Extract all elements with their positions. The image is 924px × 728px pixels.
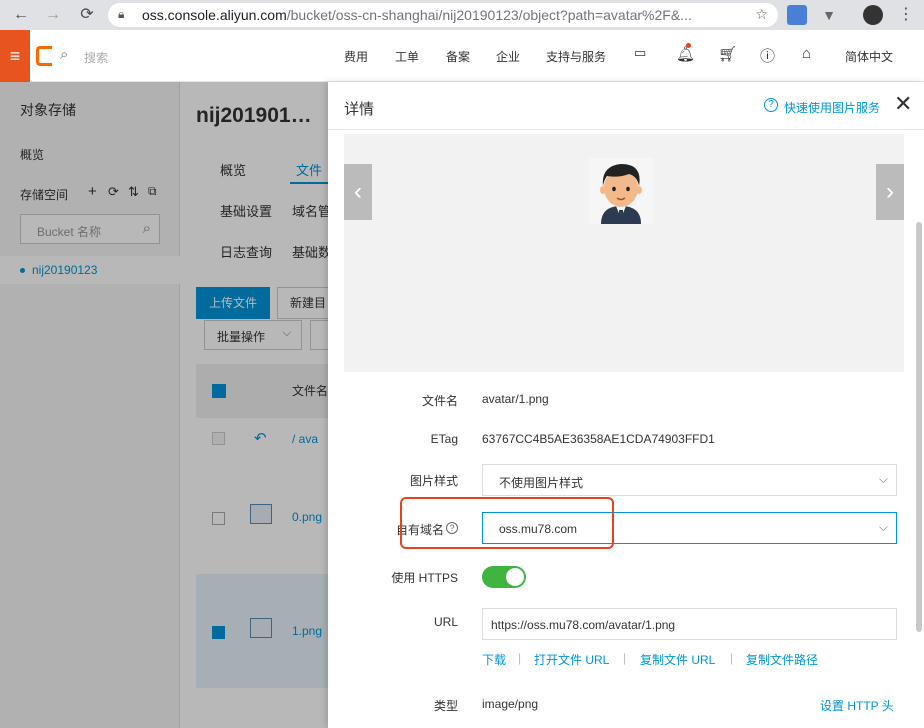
cart-icon[interactable]: 🛒︎ (718, 45, 737, 63)
browser-chrome: ← → ⟳ 🔒︎ oss.console.aliyun.com/bucket/o… (0, 0, 924, 30)
filename-value: avatar/1.png (482, 392, 549, 406)
address-bar[interactable]: 🔒︎ oss.console.aliyun.com/bucket/oss-cn-… (108, 3, 778, 27)
more-menu-icon[interactable]: ⋮ (895, 4, 917, 26)
etag-label: ETag (430, 432, 458, 446)
top-search-input[interactable]: 搜索 (84, 49, 108, 66)
chevron-down-icon: ⌵ (878, 472, 888, 486)
scrollbar[interactable] (916, 222, 922, 632)
image-style-label: 图片样式 (409, 474, 458, 488)
url-field[interactable]: https://oss.mu78.com/avatar/1.png (482, 608, 897, 640)
type-label: 类型 (433, 699, 458, 713)
nav-item-fee[interactable]: 费用 (344, 48, 368, 65)
vue-extension-icon[interactable]: ▼ (819, 5, 839, 25)
image-preview: ‹ › (344, 134, 904, 372)
avatar-image (589, 158, 653, 224)
image-style-value: 不使用图片样式 (499, 476, 584, 490)
forward-arrow-icon[interactable]: → (42, 4, 64, 26)
drawer-title: 详情 (344, 101, 375, 118)
url-label: URL (433, 615, 458, 629)
nav-item-ticket[interactable]: 工单 (395, 48, 419, 65)
lock-icon: 🔒︎ (118, 7, 125, 21)
aliyun-logo-icon[interactable] (36, 46, 52, 66)
back-arrow-icon[interactable]: ← (10, 4, 32, 26)
copy-path-link[interactable]: 复制文件路径 (746, 651, 818, 668)
url-value: https://oss.mu78.com/avatar/1.png (491, 618, 676, 632)
copy-url-link[interactable]: 复制文件 URL (640, 651, 715, 668)
filename-label: 文件名 (421, 394, 458, 408)
hamburger-menu-icon[interactable]: ≡ (0, 30, 30, 82)
terminal-icon[interactable]: ▭ (634, 45, 646, 61)
nav-item-enterprise[interactable]: 企业 (496, 48, 520, 65)
separator: | (623, 651, 627, 665)
prev-image-arrow-icon[interactable]: ‹ (344, 164, 372, 220)
detail-drawer: 详情 ? 快速使用图片服务 ✕ ‹ › 文件名 avatar/1.png ETa… (328, 82, 924, 728)
highlight-annotation (400, 497, 614, 549)
reload-icon[interactable]: ⟳ (76, 4, 98, 26)
https-toggle[interactable] (482, 566, 526, 588)
image-style-select[interactable]: 不使用图片样式 ⌵ (482, 464, 897, 496)
https-label: 使用 HTTPS (391, 571, 458, 585)
translate-extension-icon[interactable] (787, 5, 807, 25)
nav-item-record[interactable]: 备案 (446, 48, 470, 65)
notification-dot (686, 43, 691, 48)
chevron-down-icon: ⌵ (878, 520, 888, 534)
help-image-service-link[interactable]: 快速使用图片服务 (784, 99, 880, 116)
bookmark-star-icon[interactable]: ☆ (755, 6, 768, 23)
separator: | (730, 651, 734, 665)
search-icon[interactable]: ⌕ (60, 46, 68, 63)
home-icon[interactable]: ⌂ (802, 45, 811, 62)
toggle-knob (506, 568, 524, 586)
url-host: oss.console.aliyun.com (142, 7, 287, 23)
open-url-link[interactable]: 打开文件 URL (534, 651, 609, 668)
type-value: image/png (482, 697, 539, 711)
help-icon[interactable]: ⓘ (760, 45, 775, 66)
download-link[interactable]: 下载 (482, 651, 506, 668)
etag-value: 63767CC4B5AE36358AE1CDA74903FFD1 (482, 432, 715, 446)
question-circle-icon: ? (764, 98, 778, 112)
bell-icon[interactable]: 🔔︎ (676, 45, 695, 63)
set-http-header-link[interactable]: 设置 HTTP 头 (820, 697, 894, 714)
separator: | (518, 651, 522, 665)
drawer-header: 详情 ? 快速使用图片服务 ✕ (328, 82, 924, 130)
next-image-arrow-icon[interactable]: › (876, 164, 904, 220)
close-icon[interactable]: ✕ (894, 92, 912, 116)
top-nav: ≡ ⌕ 搜索 费用 工单 备案 企业 支持与服务 ▭ 🔔︎ 🛒︎ ⓘ ⌂ 简体中… (0, 30, 924, 82)
url-path: /bucket/oss-cn-shanghai/nij20190123/obje… (286, 7, 692, 23)
profile-avatar-icon[interactable] (863, 5, 883, 25)
nav-item-support[interactable]: 支持与服务 (546, 48, 606, 65)
language-selector[interactable]: 简体中文 (845, 48, 893, 65)
